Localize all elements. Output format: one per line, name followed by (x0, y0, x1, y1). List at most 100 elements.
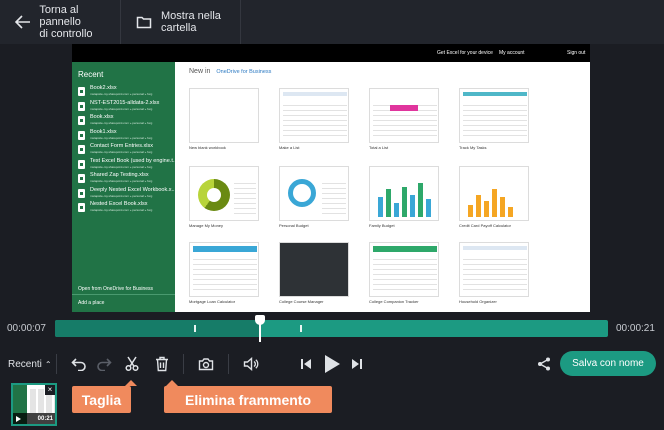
template-tile: Personal Budget (279, 166, 349, 228)
template-tile: Make a List (279, 88, 349, 150)
recent-file-item: Contact Form Entries.xlsx mstapsite-my.sh… (72, 143, 175, 158)
redo-button[interactable] (93, 352, 115, 376)
preview-new-in-heading: New in OneDrive for Business (189, 68, 272, 75)
excel-file-icon (78, 130, 85, 140)
undo-button[interactable] (68, 352, 90, 376)
close-icon[interactable]: × (45, 385, 55, 395)
share-icon (538, 357, 550, 371)
recent-file-item: Book1.xlsx mstapsite-my.sharepoint.com » … (72, 129, 175, 144)
preview-open-onedrive: Open from OneDrive for Business (78, 286, 154, 292)
back-to-dashboard-button[interactable]: Torna al pannello di controllo (0, 0, 121, 44)
previous-frame-button[interactable] (296, 352, 316, 376)
template-tile: New blank workbook (189, 88, 259, 150)
total-time: 00:00:21 (616, 323, 655, 334)
playhead[interactable] (255, 315, 265, 342)
timeline-track[interactable] (55, 315, 608, 342)
top-bar: Torna al pannello di controllo Mostra ne… (0, 0, 664, 44)
play-button[interactable] (320, 352, 344, 376)
clip-thumbnail[interactable]: × 00:21 (11, 383, 57, 426)
recent-file-item: Deeply Nested Excel Workbook.x... mstapsi… (72, 187, 175, 202)
template-thumbnail (369, 242, 439, 297)
play-icon (16, 416, 21, 422)
share-button[interactable] (533, 352, 555, 376)
arrow-left-icon (14, 13, 31, 31)
toolbar-divider (56, 354, 57, 374)
template-thumbnail (369, 166, 439, 221)
template-thumbnail (189, 166, 259, 221)
video-editor-window: Torna al pannello di controllo Mostra ne… (0, 0, 664, 430)
template-tile: Manage My Money (189, 166, 259, 228)
recent-dropdown[interactable]: Recenti ⌃ (8, 352, 54, 376)
recent-file-item: Book2.xlsx mstapsite-my.sharepoint.com » … (72, 85, 175, 100)
folder-button-label: Mostra nella cartella (161, 10, 221, 34)
template-tile: Track My Tasks (459, 88, 529, 150)
cut-button[interactable] (121, 352, 143, 376)
excel-file-icon (78, 116, 85, 125)
camera-icon (198, 358, 214, 371)
toolbar-divider (183, 354, 184, 374)
template-tile: Mortgage Loan Calculator (189, 242, 259, 304)
excel-file-icon (78, 188, 85, 198)
video-preview[interactable]: Get Excel for your device My account Sig… (72, 44, 590, 312)
scissors-icon (125, 356, 139, 372)
preview-add-place: Add a place (78, 300, 105, 306)
template-tile: Total a List (369, 88, 439, 150)
recent-file-item: Book.xlsx mstapsite-my.sharepoint.com » p… (72, 114, 175, 129)
preview-link-my-account: My account (499, 50, 525, 56)
excel-file-icon (78, 159, 85, 169)
template-thumbnail (459, 242, 529, 297)
chevron-up-icon: ⌃ (44, 359, 52, 369)
template-thumbnail (279, 166, 349, 221)
preview-sidebar-divider (72, 294, 175, 295)
excel-file-icon (78, 203, 85, 212)
next-frame-button[interactable] (347, 352, 367, 376)
trash-icon (156, 356, 168, 372)
delete-fragment-tooltip: Elimina frammento (164, 380, 332, 413)
play-icon (325, 355, 340, 373)
template-tile: Credit Card Payoff Calculator (459, 166, 529, 228)
speaker-icon (243, 357, 259, 371)
playhead-line (259, 323, 261, 342)
template-tile: College Course Manager (279, 242, 349, 304)
undo-icon (71, 358, 86, 371)
volume-button[interactable] (240, 352, 262, 376)
toolbar-divider (228, 354, 229, 374)
clip-info-bar: 00:21 (13, 413, 55, 424)
template-tile: Household Organizer (459, 242, 529, 304)
recent-file-item: Test Excel Book (used by engine.t... msta… (72, 158, 175, 173)
delete-fragment-button[interactable] (151, 352, 173, 376)
preview-top-bar: Get Excel for your device My account Sig… (72, 44, 590, 62)
clip-duration: 00:21 (37, 415, 53, 422)
template-thumbnail (459, 166, 529, 221)
preview-templates-area: New in OneDrive for Business New blank wo… (175, 62, 590, 312)
recent-file-item: Shared Zap Testing.xlsx mstapsite-my.shar… (72, 172, 175, 187)
cut-tooltip: Taglia (72, 380, 137, 413)
show-in-folder-button[interactable]: Mostra nella cartella (121, 0, 241, 44)
template-thumbnail (189, 242, 259, 297)
preview-link-get-excel: Get Excel for your device (437, 50, 493, 56)
snapshot-button[interactable] (195, 352, 217, 376)
template-thumbnail (189, 88, 259, 143)
current-time: 00:00:07 (7, 323, 46, 334)
timeline-marker[interactable] (300, 325, 302, 332)
skip-back-icon (301, 359, 311, 369)
template-thumbnail (279, 242, 349, 297)
timeline-played-region (55, 320, 260, 337)
template-thumbnail (369, 88, 439, 143)
preview-recent-sidebar: Recent Book2.xlsx mstapsite-my.sharepoint… (72, 62, 175, 312)
save-as-button[interactable]: Salva con nome (560, 351, 656, 376)
template-thumbnail (279, 88, 349, 143)
back-button-label: Torna al pannello di controllo (39, 4, 93, 40)
folder-icon (135, 13, 153, 31)
timeline-marker[interactable] (194, 325, 196, 332)
excel-file-icon (78, 101, 85, 111)
template-thumbnail (459, 88, 529, 143)
skip-forward-icon (352, 359, 362, 369)
recent-label: Recenti (8, 358, 42, 370)
redo-icon (97, 358, 112, 371)
preview-recent-title: Recent (78, 70, 104, 79)
recent-file-item: Nested Excel Book.xlsx mstapsite-my.share… (72, 201, 175, 216)
recent-file-item: NST-EST2015-alldata-2.xlsx mstapsite-my.s… (72, 100, 175, 115)
template-tile: College Companion Tracker (369, 242, 439, 304)
excel-file-icon (78, 145, 85, 154)
